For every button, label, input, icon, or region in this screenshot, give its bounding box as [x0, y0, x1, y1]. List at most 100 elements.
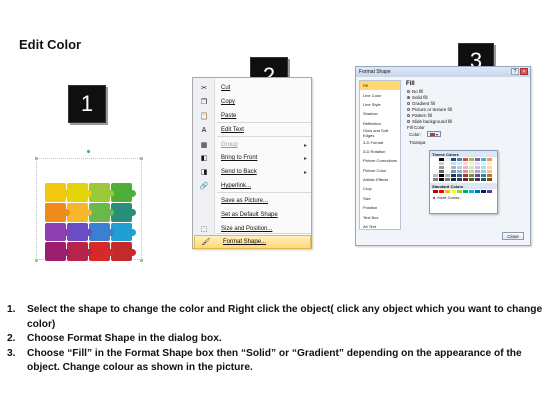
color-swatch[interactable] — [487, 170, 492, 173]
color-swatch[interactable] — [433, 158, 438, 161]
color-swatch[interactable] — [463, 190, 468, 193]
nav-item-artistic-effects[interactable]: Artistic Effects — [360, 175, 400, 184]
puzzle-piece[interactable] — [111, 202, 136, 222]
puzzle-piece[interactable] — [89, 222, 114, 242]
nav-item-glow-and-soft-edges[interactable]: Glow and Soft Edges — [360, 128, 400, 138]
color-swatch[interactable] — [433, 178, 438, 181]
menu-item-bring-to-front[interactable]: ◧ Bring to Front ▸ — [193, 151, 312, 165]
menu-item-paste[interactable]: 📋 Paste — [193, 109, 312, 123]
puzzle-piece[interactable] — [67, 242, 92, 261]
color-swatch[interactable] — [457, 174, 462, 177]
puzzle-piece[interactable] — [111, 242, 136, 261]
nav-item-position[interactable]: Position — [360, 203, 400, 212]
color-swatch[interactable] — [469, 166, 474, 169]
more-colors-link[interactable]: ■ More Colors... — [430, 194, 497, 200]
color-swatch[interactable] — [469, 158, 474, 161]
resize-handle[interactable] — [35, 157, 38, 160]
color-swatch[interactable] — [475, 158, 480, 161]
nav-item-3-d-rotation[interactable]: 3-D Rotation — [360, 147, 400, 156]
color-swatch[interactable] — [457, 158, 462, 161]
nav-item-picture-color[interactable]: Picture Color — [360, 166, 400, 175]
color-swatch[interactable] — [445, 158, 450, 161]
color-swatch[interactable] — [481, 158, 486, 161]
color-swatch[interactable] — [451, 170, 456, 173]
resize-handle[interactable] — [140, 259, 143, 262]
nav-item-text-box[interactable]: Text Box — [360, 212, 400, 221]
color-swatch[interactable] — [451, 162, 456, 165]
puzzle-piece[interactable] — [45, 202, 70, 222]
color-swatch[interactable] — [451, 174, 456, 177]
color-swatch[interactable] — [433, 162, 438, 165]
color-swatch[interactable] — [469, 190, 474, 193]
nav-item-reflection[interactable]: Reflection — [360, 119, 400, 128]
nav-item-size[interactable]: Size — [360, 194, 400, 203]
color-swatch[interactable] — [457, 170, 462, 173]
color-swatch[interactable] — [463, 166, 468, 169]
color-swatch[interactable] — [475, 174, 480, 177]
puzzle-piece[interactable] — [45, 242, 70, 261]
color-swatch[interactable] — [451, 158, 456, 161]
puzzle-shape[interactable] — [34, 150, 144, 265]
color-swatch[interactable] — [445, 170, 450, 173]
puzzle-piece[interactable] — [89, 183, 114, 202]
close-icon[interactable]: × — [520, 68, 528, 75]
color-swatch[interactable] — [481, 162, 486, 165]
nav-item-line-color[interactable]: Line Color — [360, 90, 400, 99]
nav-item-crop[interactable]: Crop — [360, 184, 400, 193]
close-button[interactable]: Close — [502, 232, 524, 240]
radio-button[interactable] — [407, 95, 410, 99]
color-swatch[interactable] — [469, 178, 474, 181]
color-swatch[interactable] — [481, 170, 486, 173]
color-swatch[interactable] — [445, 174, 450, 177]
color-swatch[interactable] — [487, 158, 492, 161]
color-swatch[interactable] — [457, 178, 462, 181]
puzzle-pieces-grid[interactable] — [45, 183, 136, 261]
color-swatch[interactable] — [475, 170, 480, 173]
color-swatch[interactable] — [433, 170, 438, 173]
nav-item-fill[interactable]: Fill — [360, 81, 400, 91]
menu-item-format-shape[interactable]: 🖌 Format Shape... — [194, 235, 311, 249]
radio-button[interactable] — [407, 107, 410, 111]
color-swatch[interactable] — [469, 170, 474, 173]
color-swatch[interactable] — [481, 166, 486, 169]
radio-button[interactable] — [407, 119, 410, 123]
radio-button[interactable] — [407, 89, 410, 93]
puzzle-piece[interactable] — [45, 222, 70, 242]
menu-item-copy[interactable]: ❐ Copy — [193, 95, 312, 109]
color-swatch[interactable] — [481, 174, 486, 177]
color-swatch[interactable] — [445, 162, 450, 165]
rotation-handle[interactable] — [87, 150, 90, 153]
color-swatch[interactable] — [439, 170, 444, 173]
color-swatch[interactable] — [475, 166, 480, 169]
color-swatch[interactable] — [451, 190, 456, 193]
color-swatch[interactable] — [445, 178, 450, 181]
color-swatch[interactable] — [463, 170, 468, 173]
color-swatch[interactable] — [463, 174, 468, 177]
nav-item-picture-corrections[interactable]: Picture Corrections — [360, 156, 400, 165]
radio-button[interactable] — [407, 101, 410, 105]
menu-item-cut[interactable]: ✂ Cut — [193, 81, 312, 95]
color-swatch[interactable] — [475, 178, 480, 181]
color-picker-button[interactable]: ▾ — [427, 131, 442, 137]
menu-item-save-as-picture[interactable]: Save as Picture... — [193, 194, 312, 208]
color-swatch[interactable] — [481, 178, 486, 181]
color-swatch[interactable] — [439, 162, 444, 165]
color-swatch[interactable] — [457, 162, 462, 165]
color-swatch[interactable] — [475, 162, 480, 165]
color-swatch[interactable] — [451, 166, 456, 169]
resize-handle[interactable] — [35, 259, 38, 262]
color-swatch[interactable] — [433, 166, 438, 169]
color-swatch[interactable] — [439, 178, 444, 181]
color-swatch[interactable] — [481, 190, 486, 193]
color-swatch[interactable] — [445, 166, 450, 169]
color-swatch[interactable] — [463, 178, 468, 181]
color-swatch[interactable] — [463, 162, 468, 165]
color-swatch[interactable] — [439, 158, 444, 161]
color-swatch[interactable] — [469, 162, 474, 165]
puzzle-piece[interactable] — [67, 202, 92, 222]
radio-button[interactable] — [407, 113, 410, 117]
nav-item-alt-text[interactable]: Alt Text — [360, 222, 400, 231]
nav-item-line-style[interactable]: Line Style — [360, 100, 400, 109]
color-swatch[interactable] — [463, 158, 468, 161]
color-swatch[interactable] — [487, 178, 492, 181]
